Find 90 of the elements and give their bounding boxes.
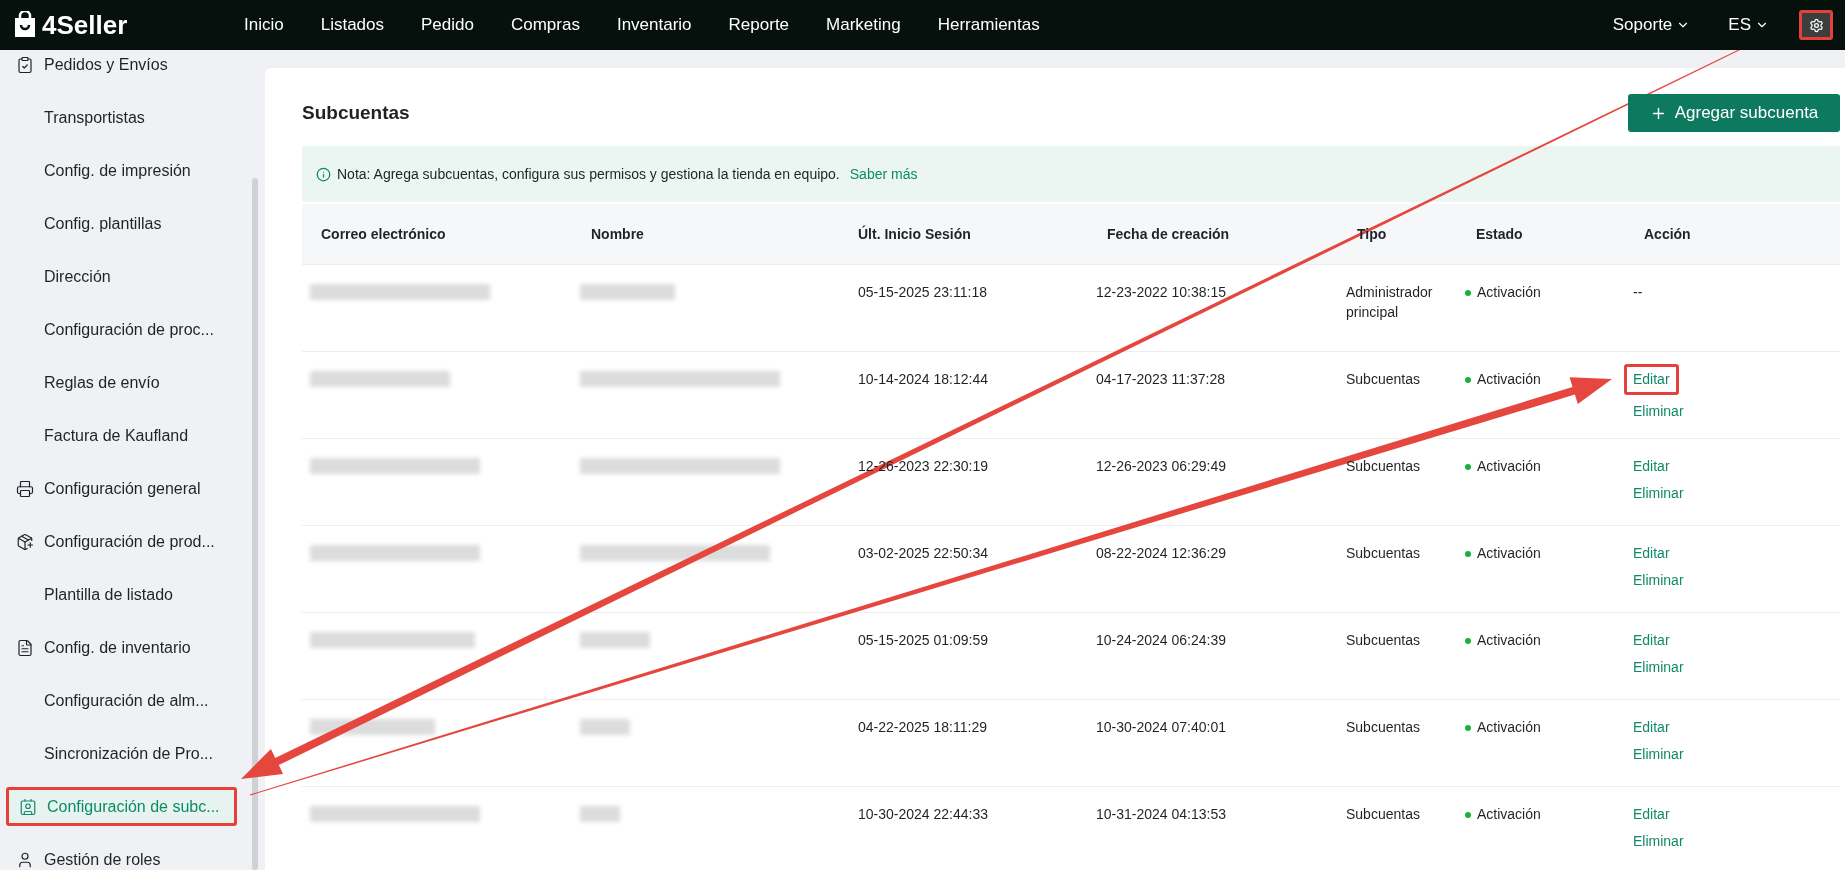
table-cell: 10-24-2024 06:24:39 <box>1096 632 1226 648</box>
shopping-bag-icon <box>12 11 38 39</box>
status-text: Activación <box>1477 718 1541 737</box>
settings-icon <box>1808 17 1824 33</box>
table-cell: 12-23-2022 10:38:15 <box>1096 284 1226 300</box>
edit-link[interactable]: Editar <box>1633 717 1670 738</box>
menu-icon <box>16 638 34 657</box>
sidebar-item[interactable]: Gestión de roles <box>6 833 237 870</box>
status-text: Activación <box>1477 283 1541 302</box>
delete-link[interactable]: Eliminar <box>1633 483 1684 504</box>
menu-icon <box>16 479 34 498</box>
table-cell-text: Subcuentas <box>1346 457 1421 476</box>
menu-icon <box>16 55 34 74</box>
nav-link[interactable]: Inicio <box>244 12 284 38</box>
nav-link[interactable]: Inventario <box>616 12 692 38</box>
learn-more-link[interactable]: Saber más <box>849 163 918 185</box>
page-title: Subcuentas <box>302 100 410 125</box>
table-cell: 10-30-2024 22:44:33 <box>858 806 988 822</box>
sidebar-item[interactable]: Configuración de prod... <box>6 515 237 568</box>
column-header: Últ. Inicio Sesión <box>858 226 971 242</box>
logo-text[interactable]: 4Seller <box>42 5 128 45</box>
sidebar-item[interactable]: Dirección <box>6 250 237 303</box>
table-cell-text: Subcuentas <box>1346 370 1421 389</box>
column-header: Acción <box>1644 226 1691 242</box>
status-text: Activación <box>1477 631 1541 650</box>
support-menu[interactable]: Soporte <box>1612 12 1691 38</box>
column-header: Correo electrónico <box>321 226 446 242</box>
sidebar-item[interactable]: Configuración de proc... <box>6 303 237 356</box>
table-cell-text: Subcuentas <box>1346 718 1421 737</box>
column-header: Estado <box>1476 226 1523 242</box>
table-cell: 03-02-2025 22:50:34 <box>858 545 988 561</box>
sidebar-item[interactable]: Factura de Kaufland <box>6 409 237 462</box>
nav-link[interactable]: Reporte <box>728 12 790 38</box>
column-header: Fecha de creación <box>1107 226 1230 242</box>
sidebar-item[interactable]: Configuración general <box>6 462 237 515</box>
nav-link[interactable]: Compras <box>510 12 580 38</box>
sidebar-item[interactable]: Sincronización de Pro... <box>6 727 237 780</box>
status-text: Activación <box>1477 544 1541 563</box>
sidebar-item[interactable]: Configuración de alm... <box>6 674 237 727</box>
delete-link[interactable]: Eliminar <box>1633 401 1684 422</box>
table-cell-text: Administrador principal <box>1346 283 1434 322</box>
edit-link[interactable]: Editar <box>1633 456 1670 477</box>
note-text: Nota: Agrega subcuentas, configura sus permisos y gestiona la tienda en equipo. <box>337 164 840 184</box>
edit-link[interactable]: Editar <box>1624 364 1679 395</box>
sidebar-item[interactable]: Config. de inventario <box>6 621 237 674</box>
add-subaccount-button[interactable]: Agregar subcuenta <box>1628 94 1840 132</box>
delete-link[interactable]: Eliminar <box>1633 831 1684 852</box>
delete-link[interactable]: Eliminar <box>1633 744 1684 765</box>
redacted-name <box>580 632 650 648</box>
status-text: Activación <box>1477 805 1541 824</box>
redacted-name <box>580 806 620 822</box>
table-cell: 05-15-2025 23:11:18 <box>858 284 987 300</box>
delete-link[interactable]: Eliminar <box>1633 570 1684 591</box>
sidebar-item[interactable]: Plantilla de listado <box>6 568 237 621</box>
sidebar-item[interactable]: Config. de impresión <box>6 144 237 197</box>
column-header: Tipo <box>1357 226 1387 242</box>
table-cell-text: Subcuentas <box>1346 631 1421 650</box>
nav-link[interactable]: Listados <box>320 12 384 38</box>
settings-button[interactable] <box>1799 10 1833 40</box>
nav-link[interactable]: Herramientas <box>937 12 1040 38</box>
menu-icon <box>16 532 34 551</box>
menu-icon <box>19 797 37 816</box>
language-menu[interactable]: ES <box>1728 12 1769 38</box>
table-cell: 08-22-2024 12:36:29 <box>1096 545 1226 561</box>
status-text: Activación <box>1477 457 1541 476</box>
sidebar-item[interactable]: Config. plantillas <box>6 197 237 250</box>
table-cell-text: Subcuentas <box>1346 544 1421 563</box>
nav-link[interactable]: Marketing <box>826 12 901 38</box>
delete-link[interactable]: Eliminar <box>1633 657 1684 678</box>
table-cell: 04-22-2025 18:11:29 <box>858 719 987 735</box>
table-cell: 10-31-2024 04:13:53 <box>1096 806 1226 822</box>
table-cell: 04-17-2023 11:37:28 <box>1096 371 1225 387</box>
table-cell: 05-15-2025 01:09:59 <box>858 632 988 648</box>
table-cell: 10-30-2024 07:40:01 <box>1096 719 1226 735</box>
edit-link[interactable]: Editar <box>1633 543 1670 564</box>
status-text: Activación <box>1477 370 1541 389</box>
sidebar-item[interactable]: Transportistas <box>6 91 237 144</box>
table-cell-text: Subcuentas <box>1346 805 1421 824</box>
sidebar-item[interactable]: Configuración de subc... <box>6 787 237 826</box>
table-cell-text: -- <box>1633 283 1643 302</box>
edit-link[interactable]: Editar <box>1633 630 1670 651</box>
redacted-name <box>580 719 630 735</box>
nav-link[interactable]: Pedido <box>421 12 474 38</box>
menu-icon <box>16 850 34 869</box>
column-header: Nombre <box>591 226 644 242</box>
info-icon <box>316 166 331 182</box>
sidebar-item[interactable]: Reglas de envío <box>6 356 237 409</box>
edit-link[interactable]: Editar <box>1633 804 1670 825</box>
table-cell: 12-26-2023 06:29:49 <box>1096 458 1226 474</box>
table-cell: 10-14-2024 18:12:44 <box>858 371 988 387</box>
